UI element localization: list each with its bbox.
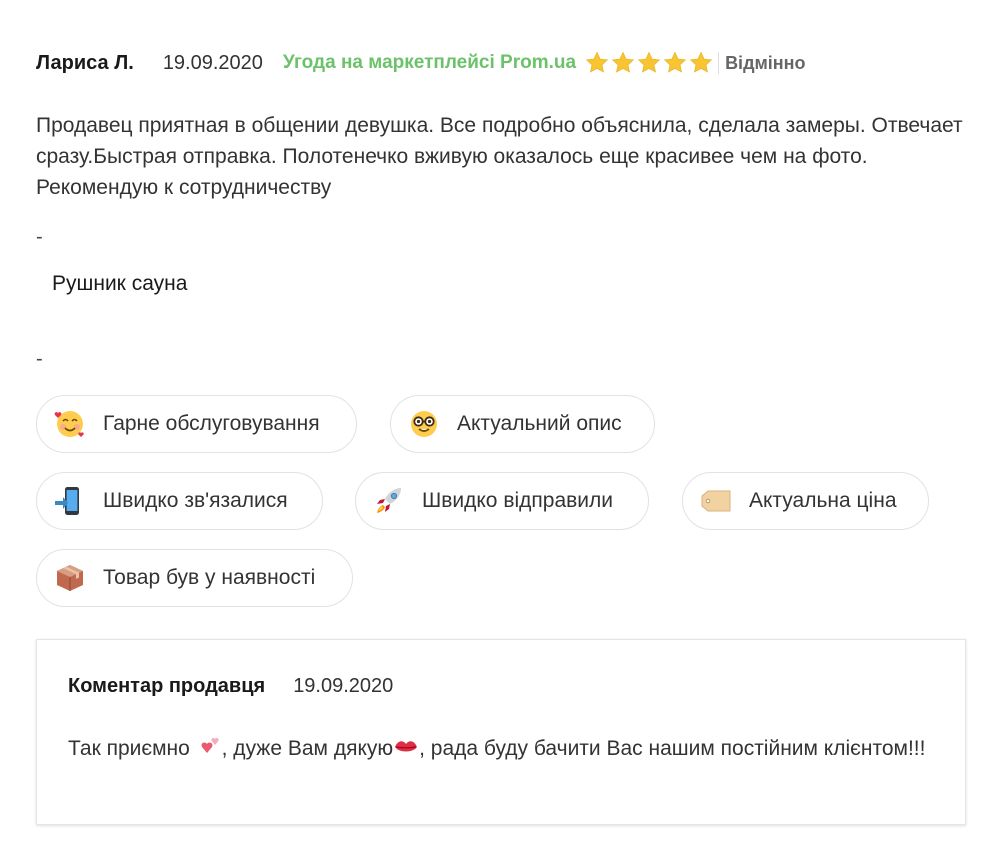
kiss-mark-icon — [395, 741, 418, 752]
review-header: Лариса Л. 19.09.2020 Угода на маркетплей… — [36, 48, 806, 78]
star-icon — [689, 51, 713, 73]
star-icon — [611, 51, 635, 73]
seller-comment-title: Коментар продавця — [68, 675, 266, 697]
nerd-face-icon — [407, 407, 441, 441]
seller-comment: Коментар продавця 19.09.2020 Так приємно… — [36, 639, 966, 825]
review-date: 19.09.2020 — [162, 51, 263, 74]
tag-label: Актуальний опис — [457, 412, 622, 435]
rating-label: Відмінно — [725, 52, 806, 73]
seller-comment-text-part: , рада буду бачити Вас нашим постійним к… — [419, 737, 926, 760]
tag-label: Гарне обслуговування — [103, 412, 320, 435]
star-icon — [585, 51, 609, 73]
mobile-phone-arrow-icon — [53, 484, 87, 518]
tag-label: Актуальна ціна — [749, 489, 897, 512]
tag-quick-shipping: Швидко відправили — [355, 472, 649, 530]
tag-quick-contact: Швидко зв'язалися — [36, 472, 323, 530]
seller-comment-header: Коментар продавця 19.09.2020 — [68, 675, 393, 698]
review-text: Продавец приятная в общении девушка. Все… — [36, 114, 963, 199]
package-icon — [53, 561, 87, 595]
tag-accurate-description: Актуальний опис — [390, 395, 655, 453]
star-icon — [663, 51, 687, 73]
price-tag-icon — [699, 484, 733, 518]
separator-dash: - — [36, 226, 43, 248]
separator-dash: - — [36, 348, 43, 370]
marketplace-deal-label: Угода на маркетплейсі Prom.ua — [282, 52, 577, 73]
rating-stars — [584, 50, 714, 76]
smiling-face-with-hearts-icon — [53, 407, 87, 441]
tag-in-stock: Товар був у наявності — [36, 549, 353, 607]
review-author: Лариса Л. — [36, 51, 134, 74]
two-hearts-icon — [201, 738, 219, 753]
rating-divider — [718, 52, 720, 74]
tag-label: Швидко відправили — [422, 489, 613, 512]
seller-comment-date: 19.09.2020 — [293, 675, 394, 697]
seller-comment-text-part: Так приємно — [68, 737, 196, 760]
seller-comment-text: Так приємно , дуже Вам дякую , рада буду … — [68, 733, 928, 765]
rocket-icon — [372, 484, 406, 518]
tag-label: Швидко зв'язалися — [103, 489, 288, 512]
seller-comment-text-part: , дуже Вам дякую — [221, 737, 394, 760]
product-name: Рушник сауна — [52, 272, 188, 295]
tag-accurate-price: Актуальна ціна — [682, 472, 929, 530]
tag-label: Товар був у наявності — [103, 566, 316, 589]
star-icon — [637, 51, 661, 73]
tag-good-service: Гарне обслуговування — [36, 395, 357, 453]
